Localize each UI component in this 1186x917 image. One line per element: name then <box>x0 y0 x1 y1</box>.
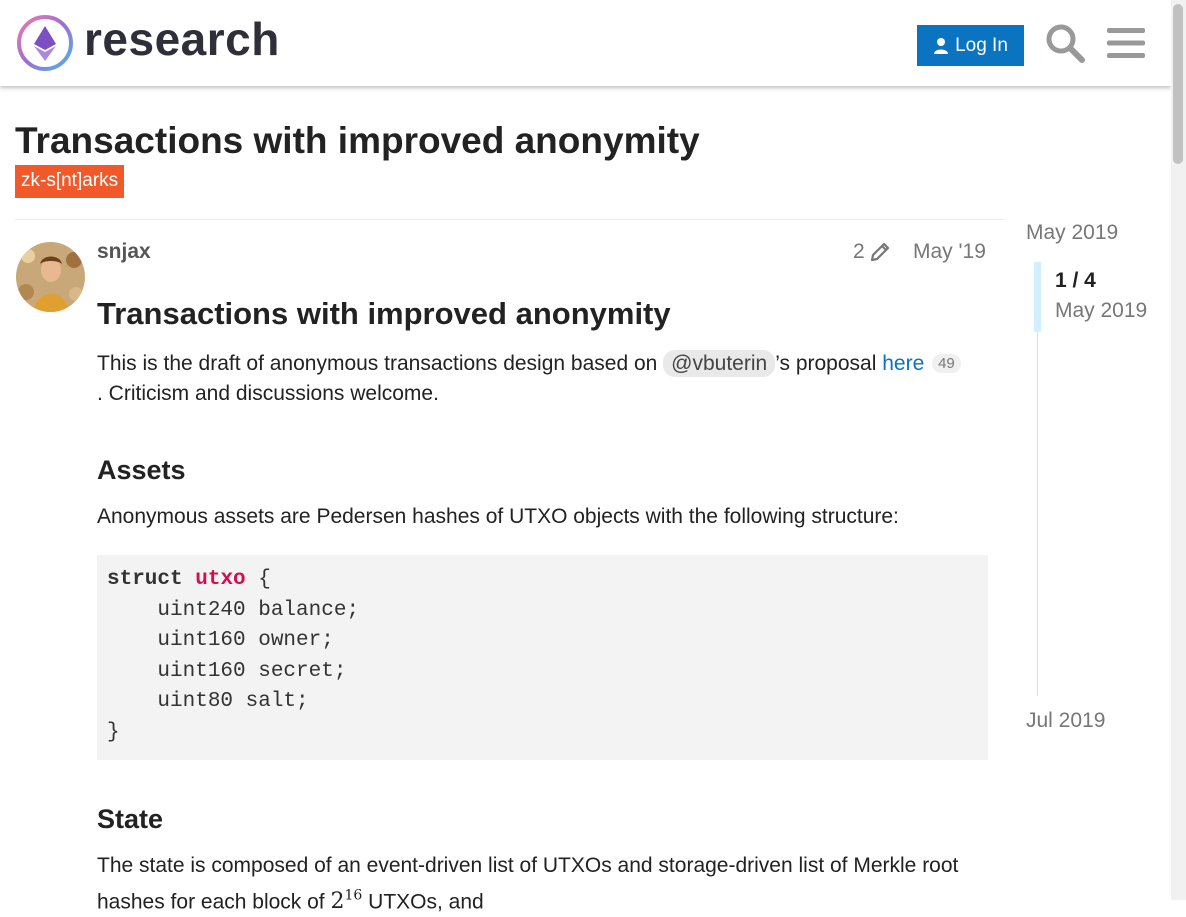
assets-heading: Assets <box>97 455 186 485</box>
link-click-count: 49 <box>932 354 961 373</box>
site-logo-icon[interactable] <box>16 14 74 72</box>
code-block: struct utxo { uint240 balance; uint160 o… <box>97 555 988 760</box>
search-icon[interactable] <box>1044 22 1086 64</box>
hamburger-menu-icon[interactable] <box>1107 26 1145 60</box>
math-expression: 216 <box>330 888 363 915</box>
site-name[interactable]: research <box>84 12 280 66</box>
site-header: research Log In <box>0 0 1171 86</box>
state-text: The state is composed of an event-driven… <box>97 851 988 917</box>
timeline-current-date: May 2019 <box>1055 299 1148 322</box>
topic-title[interactable]: Transactions with improved anonymity <box>15 120 700 162</box>
post-heading: Transactions with improved anonymity <box>97 296 671 331</box>
login-button[interactable]: Log In <box>917 25 1024 66</box>
code-type: utxo <box>195 568 246 591</box>
category-badge[interactable]: zk-s[nt]arks <box>15 165 125 198</box>
post-intro: This is the draft of anonymous transacti… <box>97 349 988 409</box>
code-line: struct utxo { <box>107 565 978 596</box>
edit-count: 2 <box>853 240 865 263</box>
code-line: uint160 owner; <box>107 629 334 652</box>
state-heading: State <box>97 804 164 834</box>
page-scrollbar[interactable] <box>1171 0 1186 900</box>
proposal-link[interactable]: here <box>882 352 924 375</box>
code-line: } <box>107 720 120 744</box>
scrollbar-thumb[interactable] <box>1173 4 1183 164</box>
state-text-1: The state is composed of an event-driven… <box>97 854 959 914</box>
timeline-handle[interactable] <box>1034 262 1041 332</box>
intro-text: This is the draft of anonymous transacti… <box>97 352 664 375</box>
login-label: Log In <box>955 34 1008 56</box>
timeline-end-date[interactable]: Jul 2019 <box>1026 709 1105 733</box>
math-exponent: 16 <box>344 888 363 904</box>
user-icon <box>934 37 949 54</box>
avatar[interactable] <box>16 242 85 312</box>
intro-text-mid: ’s proposal <box>775 352 883 375</box>
avatar-image <box>16 242 85 312</box>
timeline-start-date[interactable]: May 2019 <box>1026 221 1118 245</box>
assets-text: Anonymous assets are Pedersen hashes of … <box>97 505 899 528</box>
code-line: uint240 balance; <box>107 598 360 622</box>
post-author[interactable]: snjax <box>97 240 151 264</box>
divider <box>15 219 1004 220</box>
user-mention[interactable]: @vbuterin <box>663 350 776 377</box>
code-line: uint80 salt; <box>107 690 309 713</box>
intro-text-end: . Criticism and discussions welcome. <box>97 382 439 405</box>
post-date[interactable]: May '19 <box>913 240 986 264</box>
math-base: 2 <box>330 889 345 915</box>
code-line: uint160 secret; <box>107 659 347 683</box>
state-text-2: UTXOs, and <box>362 890 484 914</box>
pencil-icon <box>870 242 889 262</box>
code-keyword: struct <box>107 568 183 591</box>
edit-history[interactable]: 2 <box>853 240 891 264</box>
code-text: { <box>245 568 271 591</box>
timeline-position[interactable]: 1 / 4 <box>1055 269 1096 293</box>
